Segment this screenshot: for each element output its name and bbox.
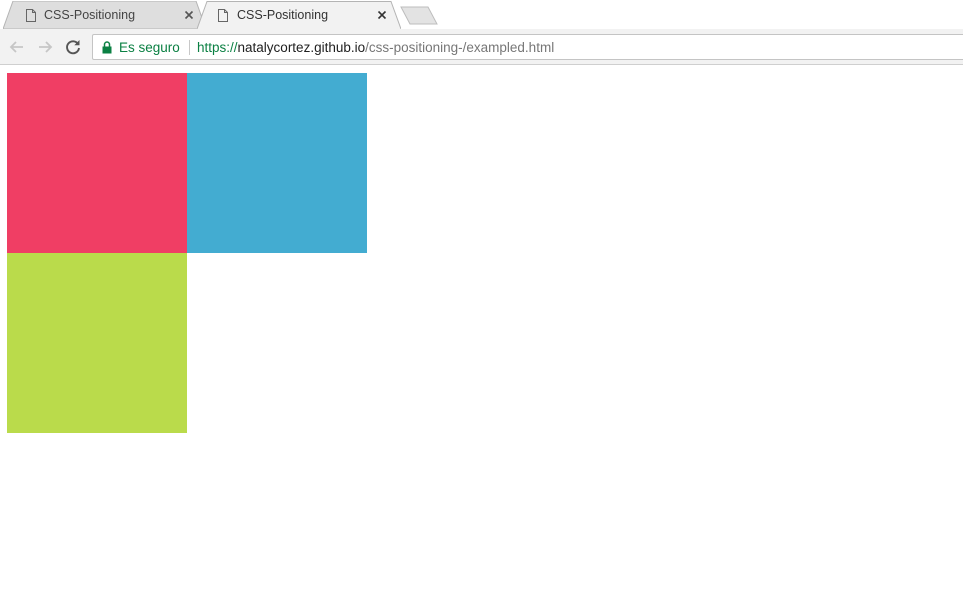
address-bar[interactable]: Es seguro https://natalycortez.github.io… [92,34,963,60]
green-box [7,253,187,433]
tab-title: CSS-Positioning [237,8,329,22]
tab-active[interactable]: CSS-Positioning [197,1,401,29]
tab-title: CSS-Positioning [44,8,136,22]
new-tab-button[interactable] [400,6,438,25]
omnibox-separator [189,40,190,55]
url-host: natalycortez.github.io [237,40,366,55]
document-icon [218,9,228,22]
back-icon[interactable] [7,37,27,57]
close-icon[interactable] [374,7,390,23]
blue-box [187,73,367,253]
document-icon [26,9,36,22]
security-label[interactable]: Es seguro [119,40,180,55]
url-scheme: https:// [197,40,238,55]
page-content [0,66,963,608]
tab-inactive[interactable]: CSS-Positioning [3,1,206,29]
url-path: /css-positioning-/exampled.html [365,40,555,55]
red-box [7,73,187,253]
reload-icon[interactable] [63,37,83,57]
close-icon[interactable] [181,7,197,23]
browser-toolbar: Es seguro https://natalycortez.github.io… [0,29,963,65]
forward-icon[interactable] [35,37,55,57]
lock-icon [102,41,112,54]
tab-strip: CSS-Positioning CSS-Positioning [0,0,963,29]
url-text[interactable]: https://natalycortez.github.io/css-posit… [197,40,554,55]
